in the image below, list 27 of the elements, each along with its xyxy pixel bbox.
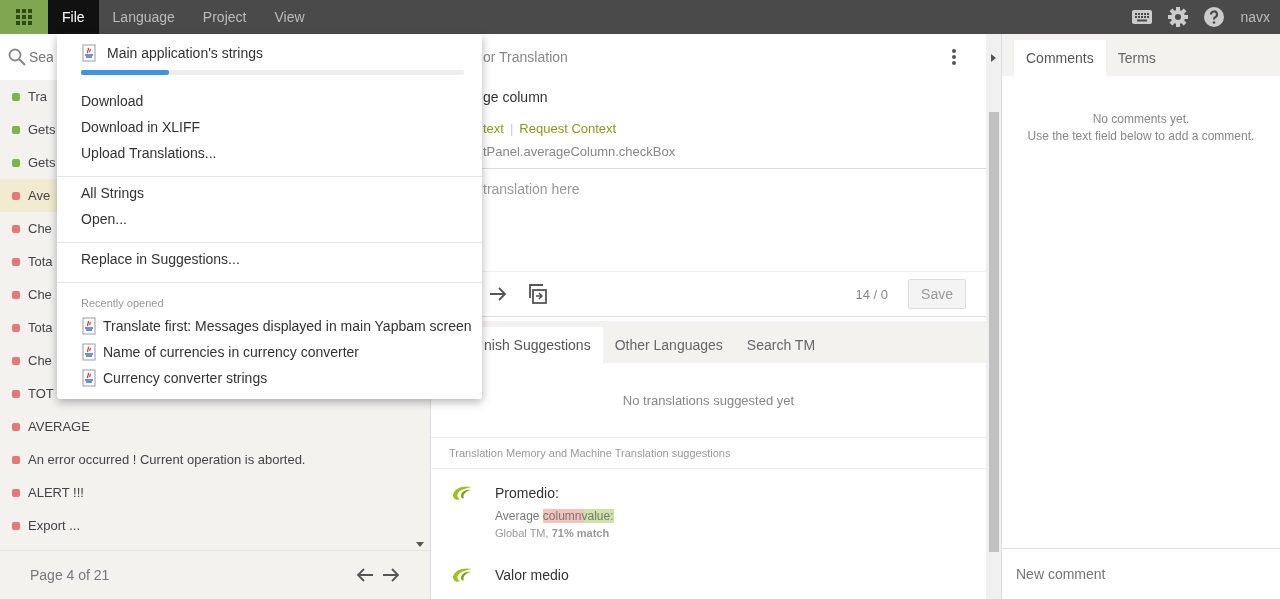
string-text: Export ...: [28, 518, 81, 533]
character-counter: 14 / 0: [855, 286, 889, 302]
string-text: AVERAGE: [28, 419, 90, 434]
empty-message: No translations suggested yet: [622, 392, 795, 408]
string-text: TOT: [28, 386, 54, 401]
page-indicator: Page 4 of 21: [30, 567, 110, 583]
section-heading: Translation Memory and Machine Translation suggestions: [449, 447, 731, 459]
source-string: ge column: [483, 89, 548, 105]
link-separator: |: [509, 120, 514, 136]
empty-message: No comments yet.: [1091, 111, 1191, 128]
string-text: ALERT !!!: [28, 485, 84, 500]
editor-title: or Translation: [483, 49, 568, 65]
string-text: Gets: [28, 155, 56, 170]
string-text: Tota: [28, 320, 53, 335]
section-label: Recently opened: [80, 296, 165, 311]
string-text: Tota: [28, 254, 53, 269]
suggestion-source: Average columnvalue:: [495, 509, 614, 523]
string-text: Che: [28, 287, 52, 302]
string-key: tPanel.averageColumn.checkBox: [483, 143, 676, 159]
string-text: Che: [28, 221, 52, 236]
match-info: Global TM, 71% match: [495, 527, 611, 539]
string-text: Gets: [28, 122, 56, 137]
string-text: Tra: [28, 89, 48, 104]
empty-message: Use the text field below to add a comment.: [1026, 128, 1256, 145]
string-text: An error occurred ! Current operation is aborted.: [28, 452, 306, 467]
string-text: Che: [28, 353, 52, 368]
string-text: Ave: [28, 188, 51, 203]
